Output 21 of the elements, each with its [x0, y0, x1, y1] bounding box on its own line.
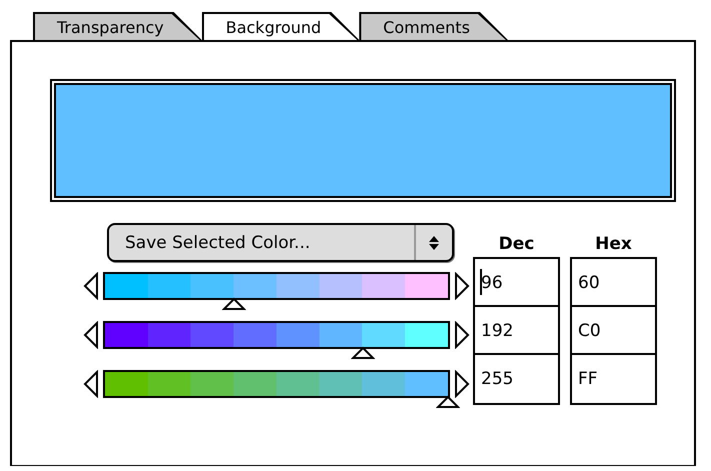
slider-thumb[interactable]: [222, 297, 246, 311]
up-down-arrows-icon: [429, 234, 439, 250]
input-field[interactable]: 255: [473, 353, 560, 405]
right-arrow-icon[interactable]: [454, 370, 470, 398]
right-arrow-icon[interactable]: [454, 321, 470, 349]
slider-thumb[interactable]: [436, 395, 460, 409]
column-header: Hex: [594, 233, 633, 256]
tab[interactable]: Transparency: [33, 12, 202, 40]
left-arrow-icon[interactable]: [83, 370, 99, 398]
tab[interactable]: Background: [202, 12, 360, 40]
slider-track[interactable]: [103, 321, 450, 349]
slider-track[interactable]: [103, 370, 450, 398]
column-header: Dec: [498, 233, 536, 256]
left-arrow-icon[interactable]: [83, 272, 99, 300]
tab[interactable]: Comments: [359, 12, 508, 40]
popup-button[interactable]: Save Selected Color...: [107, 223, 454, 262]
input-field[interactable]: FF: [570, 353, 657, 405]
left-arrow-icon[interactable]: [83, 321, 99, 349]
slider-track[interactable]: [103, 272, 450, 300]
right-arrow-icon[interactable]: [454, 272, 470, 300]
slider-thumb[interactable]: [351, 346, 376, 360]
